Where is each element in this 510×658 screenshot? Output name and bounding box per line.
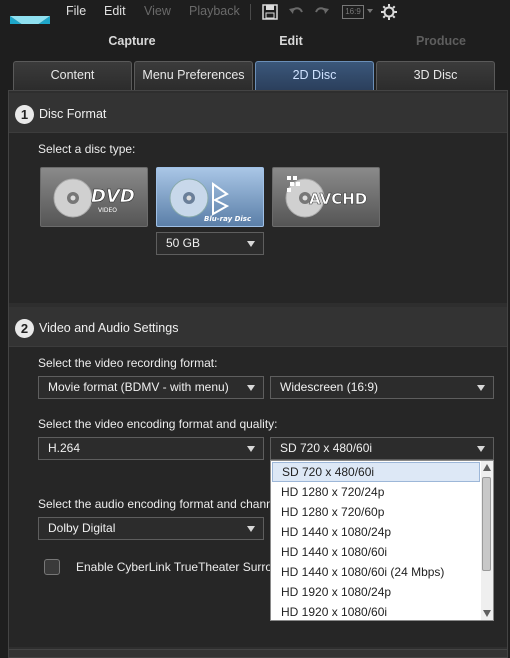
- tab-3d-disc[interactable]: 3D Disc: [376, 61, 495, 90]
- recording-format-label: Select the video recording format:: [38, 356, 218, 370]
- svg-text:DVD: DVD: [91, 186, 135, 207]
- chevron-down-icon: [247, 526, 255, 532]
- menu-edit[interactable]: Edit: [104, 4, 126, 18]
- bluray-disc-button[interactable]: Blu-ray Disc: [156, 167, 264, 227]
- disc-format-title: Disc Format: [39, 107, 107, 121]
- aspect-ratio-dropdown[interactable]: Widescreen (16:9): [270, 376, 494, 399]
- quality-option[interactable]: SD 720 x 480/60i: [272, 462, 480, 482]
- scroll-thumb[interactable]: [482, 477, 491, 571]
- quality-option[interactable]: HD 1440 x 1080/60i (24 Mbps): [272, 562, 480, 582]
- recording-format-value: Movie format (BDMV - with menu): [48, 380, 229, 394]
- quality-option[interactable]: HD 1280 x 720/60p: [272, 502, 480, 522]
- tab-content[interactable]: Content: [13, 61, 132, 90]
- save-icon[interactable]: [261, 3, 279, 21]
- video-quality-list[interactable]: SD 720 x 480/60i HD 1280 x 720/24p HD 12…: [270, 460, 494, 621]
- audio-format-label: Select the audio encoding format and cha…: [38, 497, 273, 511]
- audio-format-value: Dolby Digital: [48, 521, 116, 535]
- section-number-1: 1: [15, 105, 34, 124]
- chevron-down-icon: [247, 241, 255, 247]
- section-number-2: 2: [15, 319, 34, 338]
- video-codec-value: H.264: [48, 441, 81, 455]
- avchd-disc-button[interactable]: AVCHD: [272, 167, 380, 227]
- chevron-down-icon: [247, 446, 255, 452]
- video-quality-value: SD 720 x 480/60i: [280, 441, 373, 455]
- disc-format-header: 1 Disc Format: [9, 93, 507, 133]
- video-audio-title: Video and Audio Settings: [39, 321, 179, 335]
- menu-file[interactable]: File: [66, 4, 86, 18]
- svg-text:VIDEO: VIDEO: [98, 207, 117, 214]
- quality-option[interactable]: HD 1280 x 720/24p: [272, 482, 480, 502]
- quality-option[interactable]: HD 1440 x 1080/60i: [272, 542, 480, 562]
- menu-bar: File Edit View Playback 16:9: [0, 0, 510, 24]
- chevron-down-icon: [477, 385, 485, 391]
- toolbar-separator: [250, 4, 251, 20]
- mode-bar: Capture Edit Produce: [0, 24, 510, 58]
- encoding-format-label: Select the video encoding format and qua…: [38, 417, 278, 431]
- bluray-logo-icon: Blu-ray Disc: [169, 178, 252, 223]
- chevron-down-icon: [477, 446, 485, 452]
- svg-text:Blu-ray Disc: Blu-ray Disc: [204, 215, 252, 223]
- video-audio-header: 2 Video and Audio Settings: [9, 307, 507, 347]
- tab-menu-preferences[interactable]: Menu Preferences: [134, 61, 253, 90]
- aspect-ratio-chevron-icon[interactable]: [367, 9, 373, 13]
- quality-list-scrollbar[interactable]: [481, 461, 493, 620]
- disc-capacity-value: 50 GB: [166, 236, 201, 250]
- svg-text:AVCHD: AVCHD: [309, 190, 367, 208]
- menu-playback[interactable]: Playback: [189, 4, 240, 18]
- next-section-edge: [9, 649, 507, 657]
- tab-bar: Content Menu Preferences 2D Disc 3D Disc: [0, 58, 510, 90]
- dvd-disc-button[interactable]: DVD VIDEO: [40, 167, 148, 227]
- quality-option[interactable]: HD 1440 x 1080/24p: [272, 522, 480, 542]
- scroll-up-icon[interactable]: [483, 464, 491, 471]
- mode-produce[interactable]: Produce: [381, 34, 501, 48]
- menu-view[interactable]: View: [144, 4, 171, 18]
- dvd-logo-icon: DVD VIDEO: [53, 178, 135, 218]
- scroll-down-icon[interactable]: [483, 610, 491, 617]
- video-codec-dropdown[interactable]: H.264: [38, 437, 264, 460]
- settings-gear-icon[interactable]: [380, 3, 398, 21]
- quality-option[interactable]: HD 1920 x 1080/24p: [272, 582, 480, 602]
- chevron-down-icon: [247, 385, 255, 391]
- disc-type-label: Select a disc type:: [38, 142, 136, 156]
- tab-2d-disc[interactable]: 2D Disc: [255, 61, 374, 90]
- avchd-logo-icon: AVCHD: [285, 176, 367, 218]
- trutheater-checkbox[interactable]: [44, 559, 60, 575]
- recording-format-dropdown[interactable]: Movie format (BDMV - with menu): [38, 376, 264, 399]
- redo-icon[interactable]: [313, 3, 331, 21]
- mode-capture[interactable]: Capture: [72, 34, 192, 48]
- aspect-ratio-value: Widescreen (16:9): [280, 380, 379, 394]
- video-quality-dropdown[interactable]: SD 720 x 480/60i: [270, 437, 494, 460]
- undo-icon[interactable]: [287, 3, 305, 21]
- aspect-ratio-icon[interactable]: 16:9: [342, 5, 364, 19]
- disc-capacity-dropdown[interactable]: 50 GB: [156, 232, 264, 255]
- trutheater-label: Enable CyberLink TrueTheater Surrou: [76, 560, 279, 574]
- audio-format-dropdown[interactable]: Dolby Digital: [38, 517, 264, 540]
- mode-edit[interactable]: Edit: [231, 34, 351, 48]
- quality-option[interactable]: HD 1920 x 1080/60i: [272, 602, 480, 622]
